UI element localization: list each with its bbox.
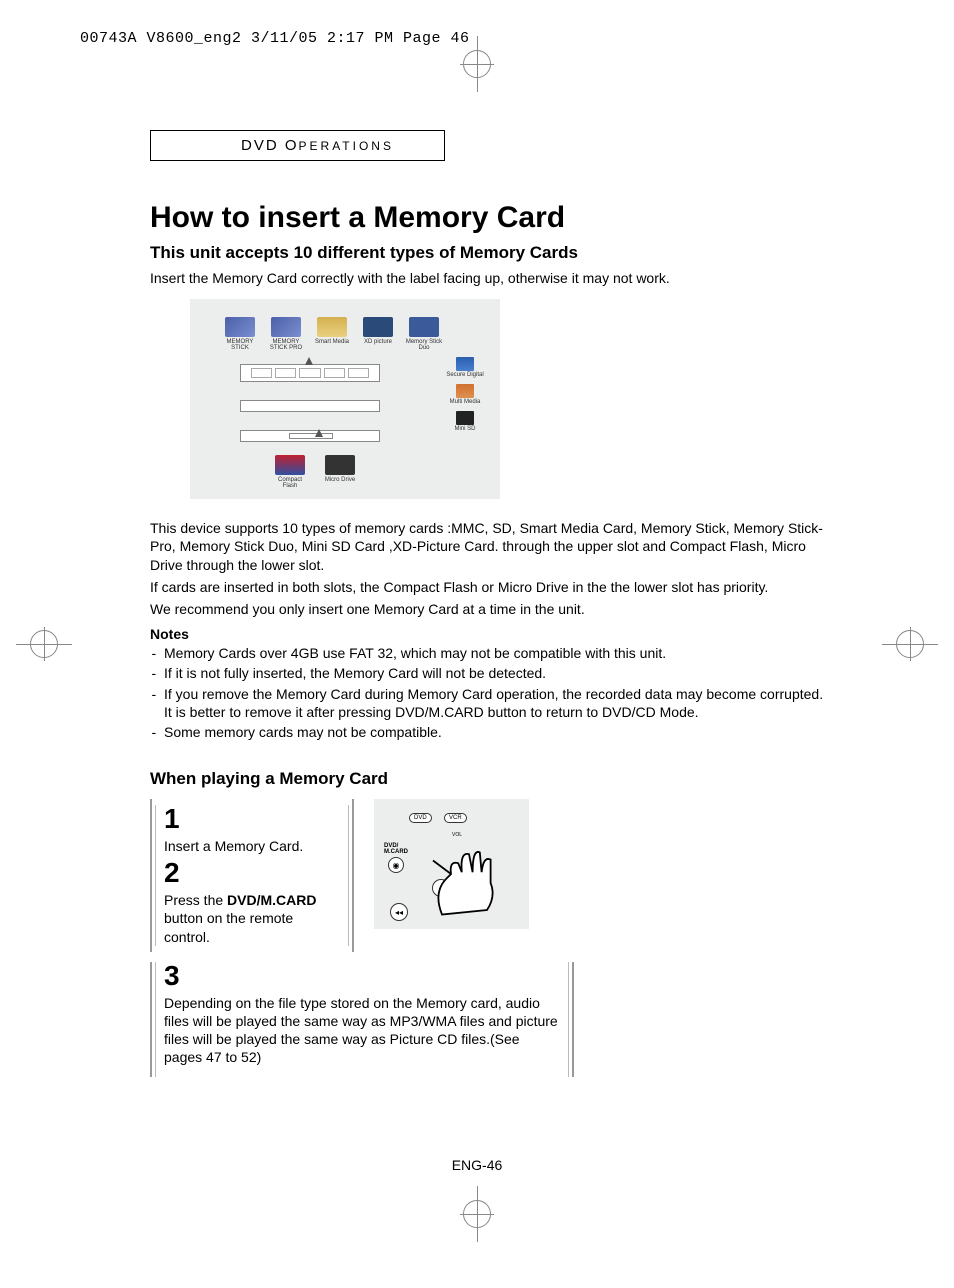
arrow-lower-icon — [315, 429, 323, 437]
section-label: DVD O — [241, 137, 299, 154]
section-label-box: DVD OPERATIONS — [150, 130, 445, 161]
priority-paragraph: If cards are inserted in both slots, the… — [150, 578, 830, 596]
note-item: If you remove the Memory Card during Mem… — [164, 685, 830, 721]
note-item: If it is not fully inserted, the Memory … — [164, 664, 830, 682]
notes-heading: Notes — [150, 626, 830, 642]
arrow-upper-icon — [305, 357, 313, 365]
steps-1-2: 1 Insert a Memory Card. 2 Press the DVD/… — [150, 799, 354, 952]
section-label-small: PERATIONS — [299, 139, 394, 153]
card-memory-stick: MEMORY STICK — [220, 317, 260, 351]
remote-rewind-button-icon: ◂◂ — [390, 903, 408, 921]
lower-slot — [240, 430, 380, 442]
registration-mark-top — [463, 50, 491, 78]
step-3: 3 Depending on the file type stored on t… — [150, 962, 574, 1077]
insert-instruction: Insert the Memory Card correctly with th… — [150, 269, 830, 287]
registration-mark-bottom — [463, 1200, 491, 1228]
supports-paragraph: This device supports 10 types of memory … — [150, 519, 830, 574]
card-micro-drive: Micro Drive — [320, 455, 360, 489]
step-3-text: Depending on the file type stored on the… — [164, 994, 560, 1067]
page-title: How to insert a Memory Card — [150, 201, 830, 235]
card-memory-stick-duo: Memory Stick Duo — [404, 317, 444, 351]
remote-mcard-button-icon: ◉ — [388, 857, 404, 873]
step-3-number: 3 — [164, 962, 560, 990]
recommend-paragraph: We recommend you only insert one Memory … — [150, 600, 830, 618]
remote-diagram: DVD VCR VOL DVD/ M.CARD ◉ − ⌄ ◂◂ — [374, 799, 529, 929]
registration-mark-left — [30, 630, 58, 658]
remote-vcr-label: VCR — [444, 813, 467, 823]
card-secure-digital: Secure Digital — [445, 357, 485, 378]
card-mini-sd: Mini SD — [445, 411, 485, 432]
card-xd-picture: XD picture — [358, 317, 398, 351]
memory-card-diagram: MEMORY STICK MEMORY STICK PRO Smart Medi… — [190, 299, 500, 499]
step-1-text: Insert a Memory Card. — [164, 837, 340, 855]
notes-list: Memory Cards over 4GB use FAT 32, which … — [150, 644, 830, 741]
print-header: 00743A V8600_eng2 3/11/05 2:17 PM Page 4… — [80, 30, 470, 47]
playing-heading: When playing a Memory Card — [150, 769, 830, 789]
middle-slot — [240, 400, 380, 412]
card-multi-media: Multi Media — [445, 384, 485, 405]
remote-dvd-label: DVD — [409, 813, 432, 823]
step-1-number: 1 — [164, 805, 340, 833]
card-compact-flash: Compact Flash — [270, 455, 310, 489]
note-item: Some memory cards may not be compatible. — [164, 723, 830, 741]
page-number: ENG-46 — [452, 1157, 503, 1173]
registration-mark-right — [896, 630, 924, 658]
card-smart-media: Smart Media — [312, 317, 352, 351]
note-item: Memory Cards over 4GB use FAT 32, which … — [164, 644, 830, 662]
step-2-number: 2 — [164, 859, 340, 887]
accepts-heading: This unit accepts 10 different types of … — [150, 243, 830, 263]
hand-pointing-icon — [424, 829, 514, 919]
remote-dvd-mcard-label: DVD/ M.CARD — [384, 843, 408, 855]
step-2-text: Press the DVD/M.CARD button on the remot… — [164, 891, 340, 946]
card-memory-stick-pro: MEMORY STICK PRO — [266, 317, 306, 351]
upper-slot — [240, 364, 380, 382]
